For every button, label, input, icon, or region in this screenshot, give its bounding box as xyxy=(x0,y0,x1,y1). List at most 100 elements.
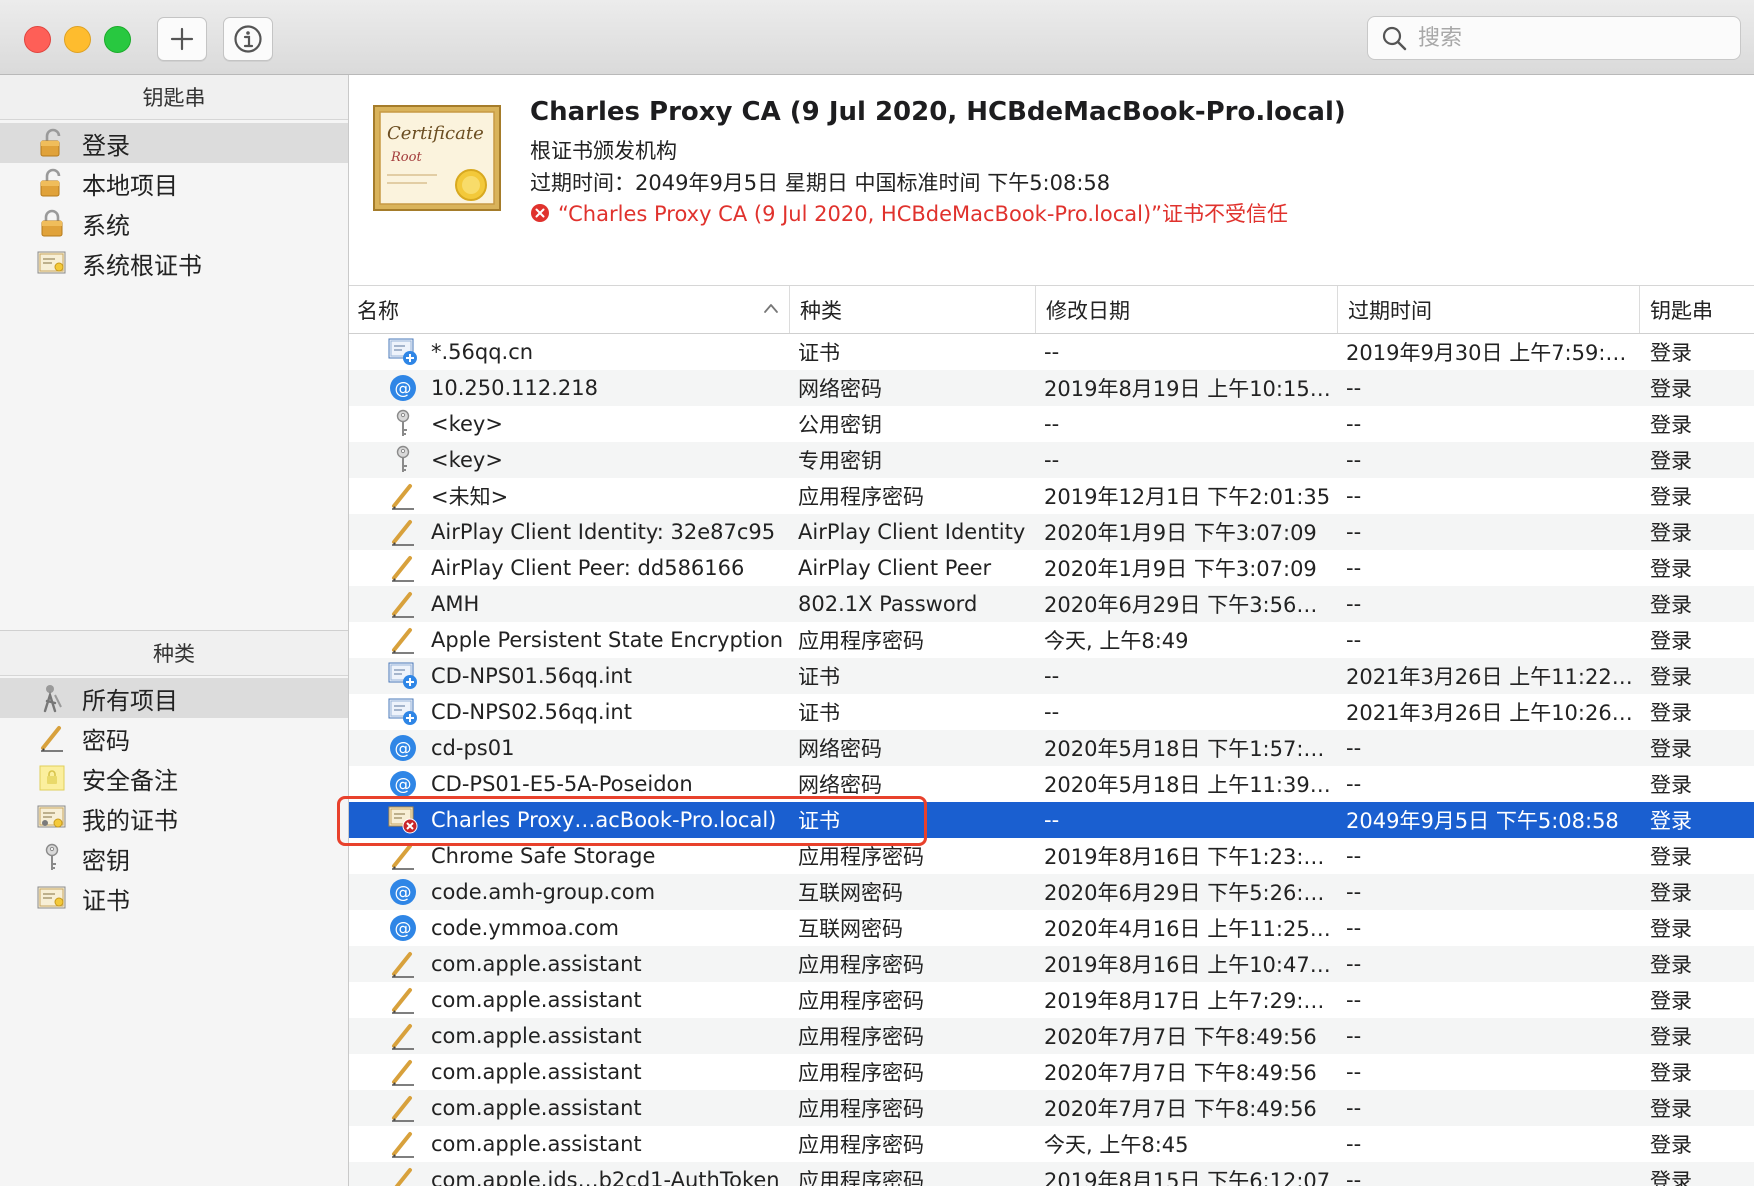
svg-text:@: @ xyxy=(395,379,412,399)
table-row[interactable]: Apple Persistent State Encryption 应用程序密码 今… xyxy=(349,622,1754,658)
secure-note-icon xyxy=(36,762,68,794)
table-row[interactable]: AirPlay Client Identity: 32e87c95 AirPlay… xyxy=(349,514,1754,550)
sidebar-category-item-4[interactable]: 密钥 xyxy=(0,838,348,878)
table-row[interactable]: <key> 专用密钥 -- -- 登录 xyxy=(349,442,1754,478)
pencil-icon xyxy=(36,722,68,754)
cell-keychain-text: 登录 xyxy=(1650,809,1692,833)
sidebar-keychain-item-0[interactable]: 登录 xyxy=(0,123,348,163)
table-row[interactable]: @ CD-PS01-E5-5A-Poseidon 网络密码 2020年5月18日 上午… xyxy=(349,766,1754,802)
sidebar-keychain-item-1[interactable]: 本地项目 xyxy=(0,163,348,203)
table-row[interactable]: @ cd-ps01 网络密码 2020年5月18日 下午1:57:… -- 登录 xyxy=(349,730,1754,766)
cell-expires-text: -- xyxy=(1346,988,1362,1012)
sidebar-category-item-1[interactable]: 密码 xyxy=(0,718,348,758)
zoom-window-button[interactable] xyxy=(104,26,131,53)
cell-name-text: CD-NPS01.56qq.int xyxy=(431,664,632,688)
cell-keychain-text: 登录 xyxy=(1650,413,1692,437)
cell-name: CD-NPS01.56qq.int xyxy=(349,658,790,694)
table-row[interactable]: Chrome Safe Storage 应用程序密码 2019年8月16日 下午1:… xyxy=(349,838,1754,874)
search-input[interactable] xyxy=(1416,24,1720,52)
cell-name-text: com.apple.assistant xyxy=(431,1060,642,1084)
sidebar: 钥匙串 登录 本地项目 系统 系统根证书 种类 所有项目 密码 安全备注 我的证书 密钥 证书 xyxy=(0,75,349,1186)
cell-kind-text: 802.1X Password xyxy=(798,592,978,616)
info-button[interactable] xyxy=(223,17,273,61)
table-row[interactable]: AMH 802.1X Password 2020年6月29日 下午3:56… -- 登录 xyxy=(349,586,1754,622)
cell-date-modified: 今天, 上午8:45 xyxy=(1036,1126,1338,1162)
cell-name: com.apple.assistant xyxy=(349,1090,790,1126)
table-row[interactable]: @10.250.112.218 网络密码 2019年8月19日 上午10:15… --… xyxy=(349,370,1754,406)
cell-name-text: code.amh-group.com xyxy=(431,880,656,904)
sidebar-category-item-2[interactable]: 安全备注 xyxy=(0,758,348,798)
table-row[interactable]: @ code.amh-group.com 互联网密码 2020年6月29日 下午5:2… xyxy=(349,874,1754,910)
cell-keychain: 登录 xyxy=(1640,946,1754,982)
close-window-button[interactable] xyxy=(24,26,51,53)
cell-keychain: 登录 xyxy=(1640,406,1754,442)
column-header-keychain[interactable]: 钥匙串 xyxy=(1640,286,1754,333)
cell-expires-text: -- xyxy=(1346,916,1362,940)
cell-name-text: AirPlay Client Peer: dd586166 xyxy=(431,556,745,580)
cell-date-modified: 2019年8月16日 上午10:47… xyxy=(1036,946,1338,982)
table-row[interactable]: com.apple.assistant 应用程序密码 今天, 上午8:45 -- 登录 xyxy=(349,1126,1754,1162)
cell-date-modified: 2020年6月29日 下午3:56… xyxy=(1036,586,1338,622)
table-row[interactable]: com.apple.ids…b2cd1-AuthToken 应用程序密码 2019年… xyxy=(349,1162,1754,1186)
minimize-window-button[interactable] xyxy=(64,26,91,53)
column-header-date-modified[interactable]: 修改日期 xyxy=(1036,286,1338,333)
pencil-icon xyxy=(387,553,419,583)
cell-kind-text: 网络密码 xyxy=(798,773,882,797)
cell-kind-text: 应用程序密码 xyxy=(798,953,924,977)
table-row[interactable]: CD-NPS02.56qq.int 证书 -- 2021年3月26日 上午10:26…… xyxy=(349,694,1754,730)
column-header-kind[interactable]: 种类 xyxy=(790,286,1036,333)
sidebar-category-item-5[interactable]: 证书 xyxy=(0,878,348,918)
table-row[interactable]: com.apple.assistant 应用程序密码 2020年7月7日 下午8:4… xyxy=(349,1018,1754,1054)
cell-expires-text: -- xyxy=(1346,556,1362,580)
cell-kind: 证书 xyxy=(790,334,1036,370)
column-header-name[interactable]: 名称 xyxy=(349,286,790,333)
cell-name-text: 10.250.112.218 xyxy=(431,376,598,400)
table-row[interactable]: Charles Proxy…acBook-Pro.local) 证书 -- 2049年… xyxy=(349,802,1754,838)
table-row[interactable]: @ code.ymmoa.com 互联网密码 2020年4月16日 上午11:25… -… xyxy=(349,910,1754,946)
cell-date-modified: 2019年8月16日 下午1:23:… xyxy=(1036,838,1338,874)
cell-keychain: 登录 xyxy=(1640,766,1754,802)
cell-expires: -- xyxy=(1338,1162,1640,1186)
cell-expires-text: 2019年9月30日 上午7:59:… xyxy=(1346,341,1627,365)
sidebar-category-item-3[interactable]: 我的证书 xyxy=(0,798,348,838)
table-row[interactable]: com.apple.assistant 应用程序密码 2019年8月16日 上午10… xyxy=(349,946,1754,982)
cell-keychain-text: 登录 xyxy=(1650,629,1692,653)
cell-date-modified-text: -- xyxy=(1044,700,1060,724)
cell-keychain: 登录 xyxy=(1640,874,1754,910)
sidebar-keychain-item-2[interactable]: 系统 xyxy=(0,203,348,243)
all-items-icon xyxy=(36,682,68,714)
cell-kind-text: AirPlay Client Identity xyxy=(798,520,1026,544)
sidebar-keychain-item-3[interactable]: 系统根证书 xyxy=(0,243,348,283)
add-item-button[interactable] xyxy=(157,17,207,61)
cell-kind: 证书 xyxy=(790,802,1036,838)
table-row[interactable]: <key> 公用密钥 -- -- 登录 xyxy=(349,406,1754,442)
sort-ascending-icon xyxy=(764,304,778,313)
cell-expires-text: -- xyxy=(1346,1060,1362,1084)
category-list: 所有项目密码安全备注 我的证书 密钥 证书 xyxy=(0,678,348,918)
table-row[interactable]: <未知> 应用程序密码 2019年12月1日 下午2:01:35 -- 登录 xyxy=(349,478,1754,514)
cell-kind: 网络密码 xyxy=(790,730,1036,766)
column-header-kind-label: 种类 xyxy=(800,298,842,323)
cell-keychain: 登录 xyxy=(1640,658,1754,694)
pencil-icon xyxy=(387,1165,419,1186)
cell-date-modified: 2020年7月7日 下午8:49:56 xyxy=(1036,1090,1338,1126)
sidebar-category-item-label: 密码 xyxy=(82,726,130,755)
table-row[interactable]: com.apple.assistant 应用程序密码 2020年7月7日 下午8:4… xyxy=(349,1054,1754,1090)
table-row[interactable]: CD-NPS01.56qq.int 证书 -- 2021年3月26日 上午11:22…… xyxy=(349,658,1754,694)
cell-kind-text: 应用程序密码 xyxy=(798,845,924,869)
search-field[interactable] xyxy=(1367,16,1741,60)
cell-keychain-text: 登录 xyxy=(1650,1061,1692,1085)
at-icon: @ xyxy=(387,769,419,799)
lock-icon xyxy=(36,207,68,239)
cell-date-modified: -- xyxy=(1036,334,1338,370)
sidebar-category-item-0[interactable]: 所有项目 xyxy=(0,678,348,718)
cell-date-modified-text: -- xyxy=(1044,808,1060,832)
cell-expires: -- xyxy=(1338,1090,1640,1126)
keychains-header: 钥匙串 xyxy=(0,75,348,120)
table-row[interactable]: com.apple.assistant 应用程序密码 2020年7月7日 下午8:4… xyxy=(349,1090,1754,1126)
table-row[interactable]: com.apple.assistant 应用程序密码 2019年8月17日 上午7:… xyxy=(349,982,1754,1018)
table-row[interactable]: AirPlay Client Peer: dd586166 AirPlay Cli… xyxy=(349,550,1754,586)
column-header-expires[interactable]: 过期时间 xyxy=(1338,286,1640,333)
pencil-icon xyxy=(387,1129,419,1159)
table-row[interactable]: *.56qq.cn 证书 -- 2019年9月30日 上午7:59:… 登录 xyxy=(349,334,1754,370)
